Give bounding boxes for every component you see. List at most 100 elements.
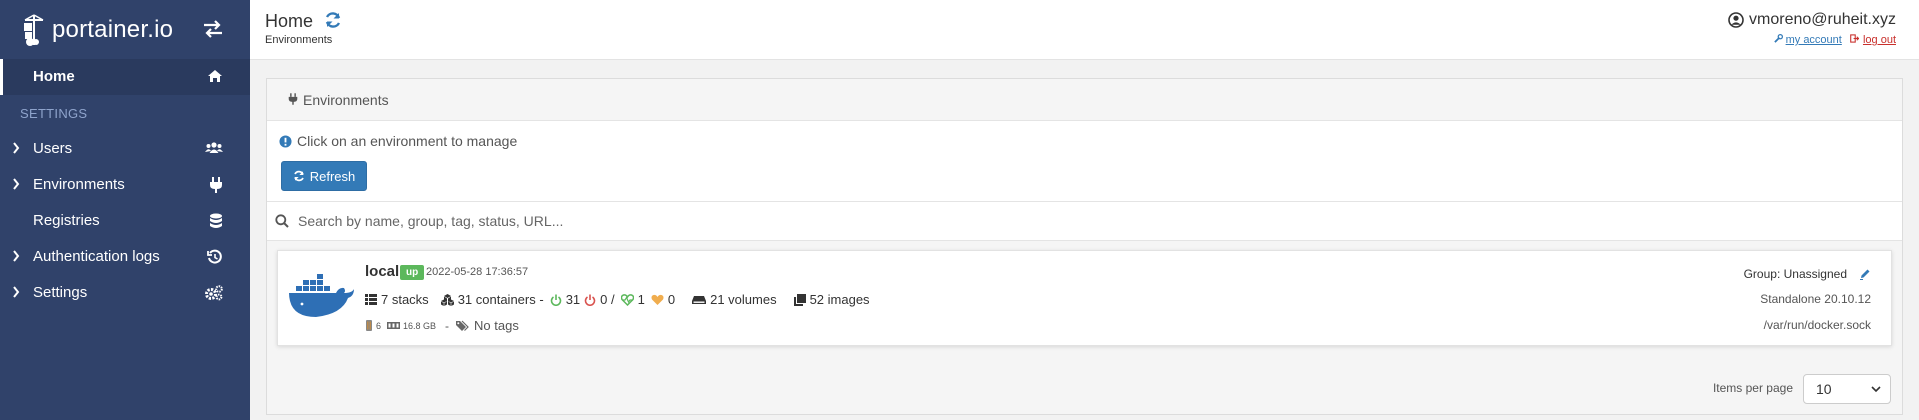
- environment-item[interactable]: local up 2022-05-28 17:36:57 7 stacks 31…: [277, 250, 1892, 346]
- separator: -: [445, 318, 450, 333]
- topbar: Home Environments vmoreno@ruheit.xyz my …: [250, 0, 1919, 60]
- users-icon: [205, 142, 223, 153]
- sidebar-item-registries[interactable]: Registries: [0, 203, 250, 239]
- sidebar-item-authentication-logs[interactable]: Authentication logs: [0, 239, 250, 275]
- sidebar-item-label: Registries: [33, 212, 100, 229]
- environments-panel: Environments Click on an environment to …: [266, 78, 1903, 415]
- sidebar-item-home[interactable]: Home: [0, 59, 250, 95]
- sidebar-item-settings[interactable]: Settings: [0, 275, 250, 311]
- environment-type: Standalone 20.10.12: [1760, 292, 1871, 306]
- info-text: Click on an environment to manage: [297, 133, 518, 149]
- environment-timestamp: 2022-05-28 17:36:57: [426, 266, 529, 278]
- unhealthy-count: 0: [667, 292, 676, 307]
- chevron-right-icon: [13, 178, 20, 190]
- search-bar: [267, 201, 1902, 241]
- chevron-down-icon: [1871, 386, 1881, 393]
- sidebar-item-label: Settings: [33, 284, 88, 301]
- search-icon: [275, 214, 289, 228]
- healthy-stat: 1: [620, 292, 645, 307]
- panel-title: Environments: [303, 92, 389, 108]
- plug-icon: [210, 177, 222, 193]
- power-on-icon: [550, 294, 561, 306]
- environment-stats: 7 stacks 31 containers - 31 0 / 1 0 21 v…: [365, 292, 870, 307]
- sign-out-icon: [1850, 34, 1860, 43]
- cpu-count: 6: [376, 320, 382, 331]
- tags-text: No tags: [474, 318, 519, 333]
- running-count: 31: [565, 292, 581, 307]
- cubes-icon: [440, 293, 454, 306]
- portainer-logo-icon: [24, 14, 44, 46]
- refresh-button[interactable]: Refresh: [281, 161, 367, 191]
- settings-section-title: SETTINGS: [20, 106, 88, 121]
- refresh-icon: [293, 170, 304, 182]
- healthy-count: 1: [637, 292, 645, 307]
- containers-stat: 31 containers -: [440, 292, 544, 307]
- username: vmoreno@ruheit.xyz: [1749, 11, 1896, 28]
- user-links: my account log out: [1773, 34, 1896, 46]
- stopped-stat: 0 /: [584, 292, 615, 307]
- sidebar: portainer.io Home SETTINGS Users Environ…: [0, 0, 250, 420]
- unhealthy-stat: 0: [651, 292, 675, 307]
- chevron-right-icon: [13, 142, 20, 154]
- docker-whale-icon: [289, 274, 354, 317]
- user-info: vmoreno@ruheit.xyz: [1728, 11, 1896, 29]
- heartbeat-icon: [651, 294, 664, 305]
- images-count: 52 images: [809, 292, 870, 307]
- page-title: Home: [265, 11, 314, 31]
- sidebar-item-label: Environments: [33, 176, 125, 193]
- sidebar-item-users[interactable]: Users: [0, 131, 250, 167]
- environment-url: /var/run/docker.sock: [1763, 318, 1871, 332]
- environment-list: local up 2022-05-28 17:36:57 7 stacks 31…: [267, 241, 1902, 361]
- environment-name: local: [365, 263, 400, 280]
- volumes-count: 21 volumes: [710, 292, 777, 307]
- items-per-page-label: Items per page: [1712, 381, 1793, 395]
- info-message: Click on an environment to manage: [279, 133, 517, 149]
- chevron-right-icon: [13, 286, 20, 298]
- items-per-page-value: 10: [1816, 381, 1832, 397]
- status-badge: up: [400, 265, 425, 280]
- history-icon: [207, 249, 222, 264]
- pagination-footer: Items per page 10: [267, 361, 1902, 414]
- environment-group: Group: Unassigned: [1744, 267, 1871, 281]
- home-icon: [208, 70, 222, 82]
- sidebar-item-label: Users: [33, 140, 73, 157]
- cpu-icon: [366, 320, 372, 331]
- memory-icon: [387, 322, 401, 329]
- heartbeat-icon: [620, 293, 634, 306]
- info-circle-icon: [279, 134, 292, 148]
- search-input[interactable]: [298, 208, 1198, 234]
- stopped-count: 0 /: [600, 292, 615, 307]
- stacks-count: 7 stacks: [381, 292, 429, 307]
- containers-count: 31 containers -: [457, 292, 544, 307]
- th-list-icon: [365, 294, 377, 305]
- tags-icon: [456, 320, 469, 331]
- panel-header: Environments: [267, 79, 1902, 121]
- running-stat: 31: [550, 292, 580, 307]
- hdd-icon: [692, 295, 707, 304]
- chevron-right-icon: [13, 250, 20, 262]
- sidebar-item-environments[interactable]: Environments: [0, 167, 250, 203]
- refresh-icon[interactable]: [324, 11, 342, 29]
- brand: portainer.io: [0, 0, 250, 60]
- breadcrumb: Environments: [265, 34, 333, 46]
- log-out-link[interactable]: log out: [1863, 34, 1896, 46]
- app-logo-text: portainer.io: [52, 16, 174, 43]
- sidebar-toggle-icon[interactable]: [202, 20, 224, 38]
- images-stat: 52 images: [793, 292, 870, 307]
- refresh-button-label: Refresh: [309, 168, 356, 184]
- sidebar-item-label: Authentication logs: [33, 248, 160, 265]
- stacks-stat: 7 stacks: [365, 292, 429, 307]
- cogs-icon: [205, 285, 223, 301]
- sidebar-item-label: Home: [33, 68, 75, 85]
- group-text: Group: Unassigned: [1743, 267, 1847, 281]
- volumes-stat: 21 volumes: [692, 292, 777, 307]
- items-per-page-select[interactable]: 10: [1803, 374, 1891, 404]
- wrench-icon: [1773, 34, 1783, 43]
- database-icon: [210, 213, 222, 228]
- user-circle-icon: [1728, 12, 1744, 28]
- plug-icon: [288, 93, 298, 105]
- my-account-link[interactable]: my account: [1786, 34, 1842, 46]
- edit-icon[interactable]: [1859, 268, 1871, 280]
- memory-size: 16.8 GB: [403, 320, 437, 331]
- power-off-icon: [584, 294, 596, 306]
